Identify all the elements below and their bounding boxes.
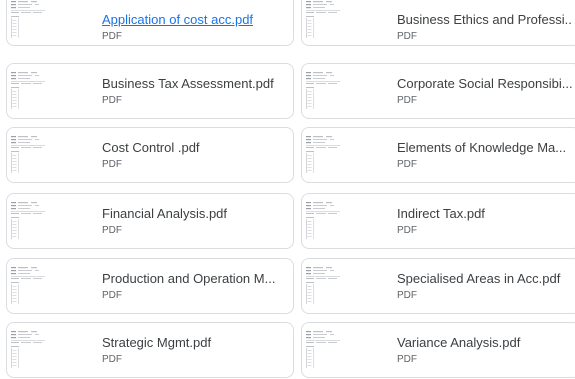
file-type: PDF bbox=[102, 290, 122, 301]
file-card[interactable]: Variance Analysis.pdf PDF bbox=[301, 322, 575, 378]
file-grid: Application of cost acc.pdf PDF Business… bbox=[0, 0, 575, 379]
file-name: Specialised Areas in Acc.pdf bbox=[397, 271, 561, 286]
file-name: Cost Control .pdf bbox=[102, 140, 200, 155]
pdf-thumbnail bbox=[304, 128, 342, 174]
file-name: Indirect Tax.pdf bbox=[397, 206, 485, 221]
pdf-thumbnail bbox=[304, 64, 342, 110]
pdf-thumbnail bbox=[9, 128, 47, 174]
file-name: Production and Operation M... bbox=[102, 271, 276, 286]
file-type: PDF bbox=[397, 225, 417, 236]
file-type: PDF bbox=[102, 225, 122, 236]
file-card[interactable]: Application of cost acc.pdf PDF bbox=[6, 0, 294, 46]
file-card[interactable]: Production and Operation M... PDF bbox=[6, 258, 294, 314]
file-card[interactable]: Corporate Social Responsibi... PDF bbox=[301, 63, 575, 119]
file-card[interactable]: Business Ethics and Professi... PDF bbox=[301, 0, 575, 46]
file-card[interactable]: Elements of Knowledge Ma... PDF bbox=[301, 127, 575, 183]
file-card[interactable]: Business Tax Assessment.pdf PDF bbox=[6, 63, 294, 119]
pdf-thumbnail bbox=[304, 323, 342, 369]
pdf-thumbnail bbox=[304, 194, 342, 240]
file-card[interactable]: Strategic Mgmt.pdf PDF bbox=[6, 322, 294, 378]
pdf-thumbnail bbox=[9, 64, 47, 110]
file-card[interactable]: Indirect Tax.pdf PDF bbox=[301, 193, 575, 249]
file-type: PDF bbox=[102, 159, 122, 170]
file-name: Business Ethics and Professi... bbox=[397, 12, 572, 27]
file-name: Elements of Knowledge Ma... bbox=[397, 140, 567, 155]
file-type: PDF bbox=[397, 290, 417, 301]
file-name: Financial Analysis.pdf bbox=[102, 206, 228, 221]
file-type: PDF bbox=[397, 354, 417, 365]
file-name: Strategic Mgmt.pdf bbox=[102, 335, 212, 350]
pdf-thumbnail bbox=[304, 259, 342, 305]
file-type: PDF bbox=[102, 95, 122, 106]
file-type: PDF bbox=[102, 31, 122, 42]
file-name: Business Tax Assessment.pdf bbox=[102, 76, 274, 91]
pdf-thumbnail bbox=[9, 194, 47, 240]
file-name: Variance Analysis.pdf bbox=[397, 335, 521, 350]
file-type: PDF bbox=[397, 159, 417, 170]
file-type: PDF bbox=[397, 31, 417, 42]
file-card[interactable]: Cost Control .pdf PDF bbox=[6, 127, 294, 183]
file-card[interactable]: Specialised Areas in Acc.pdf PDF bbox=[301, 258, 575, 314]
pdf-thumbnail bbox=[304, 0, 342, 39]
pdf-thumbnail bbox=[9, 323, 47, 369]
file-type: PDF bbox=[397, 95, 417, 106]
file-name-link[interactable]: Application of cost acc.pdf bbox=[102, 12, 285, 28]
file-card[interactable]: Financial Analysis.pdf PDF bbox=[6, 193, 294, 249]
pdf-thumbnail bbox=[9, 259, 47, 305]
file-name: Corporate Social Responsibi... bbox=[397, 76, 572, 91]
file-type: PDF bbox=[102, 354, 122, 365]
pdf-thumbnail bbox=[9, 0, 47, 39]
